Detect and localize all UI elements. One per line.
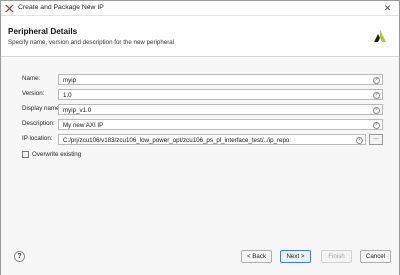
version-label: Version: xyxy=(22,90,45,97)
description-label: Description: xyxy=(22,120,55,127)
clear-icon[interactable]: × xyxy=(373,91,380,99)
display-name-value: myip_v1.0 xyxy=(63,106,92,114)
dialog-footer: ? < Back Next > Finish Cancel xyxy=(1,241,399,275)
browse-button[interactable]: ··· xyxy=(369,134,383,145)
page-title: Peripheral Details xyxy=(8,27,78,36)
form-row-display-name: Display name: myip_v1.0 × xyxy=(1,104,399,115)
display-name-label: Display name: xyxy=(22,105,62,112)
description-value: My new AXI IP xyxy=(63,121,104,129)
name-field[interactable]: myip × xyxy=(58,74,383,85)
form-row-description: Description: My new AXI IP × xyxy=(1,119,399,130)
clear-icon[interactable]: × xyxy=(373,76,380,84)
name-value: myip xyxy=(63,76,77,84)
help-button[interactable]: ? xyxy=(14,251,25,262)
form-row-version: Version: 1.0 × xyxy=(1,89,399,100)
xilinx-logo-icon xyxy=(374,30,386,42)
clear-icon[interactable]: × xyxy=(373,106,380,114)
ip-location-value: C:/prj/zcu106/v183/zcu106_low_power_opt/… xyxy=(63,136,290,144)
cancel-button[interactable]: Cancel xyxy=(360,250,391,263)
form-row-ip-location: IP location: C:/prj/zcu106/v183/zcu106_l… xyxy=(1,134,399,145)
page-subtitle: Specify name, version and description fo… xyxy=(8,39,175,46)
clear-icon[interactable]: × xyxy=(356,136,363,144)
version-value: 1.0 xyxy=(63,91,72,99)
finish-button: Finish xyxy=(321,250,352,263)
name-label: Name: xyxy=(22,75,41,82)
version-field[interactable]: 1.0 × xyxy=(58,89,383,100)
page-header: Peripheral Details Specify name, version… xyxy=(1,17,399,57)
window-title: Create and Package New IP xyxy=(18,4,104,11)
ip-location-label: IP location: xyxy=(22,135,53,142)
overwrite-label[interactable]: Overwrite existing xyxy=(32,151,81,158)
ip-location-field[interactable]: C:/prj/zcu106/v183/zcu106_low_power_opt/… xyxy=(58,134,366,145)
xilinx-logo-icon xyxy=(5,4,14,13)
clear-icon[interactable]: × xyxy=(373,121,380,129)
back-button[interactable]: < Back xyxy=(241,250,272,263)
dialog-window: Create and Package New IP ✕ Peripheral D… xyxy=(0,0,400,275)
display-name-field[interactable]: myip_v1.0 × xyxy=(58,104,383,115)
overwrite-checkbox[interactable] xyxy=(22,151,29,158)
title-bar: Create and Package New IP ✕ xyxy=(1,1,399,16)
form-row-name: Name: myip × xyxy=(1,74,399,85)
close-button[interactable]: ✕ xyxy=(382,2,393,14)
description-field[interactable]: My new AXI IP × xyxy=(58,119,383,130)
form-area: Name: myip × Version: 1.0 × Display name… xyxy=(1,58,399,241)
next-button[interactable]: Next > xyxy=(280,250,311,263)
